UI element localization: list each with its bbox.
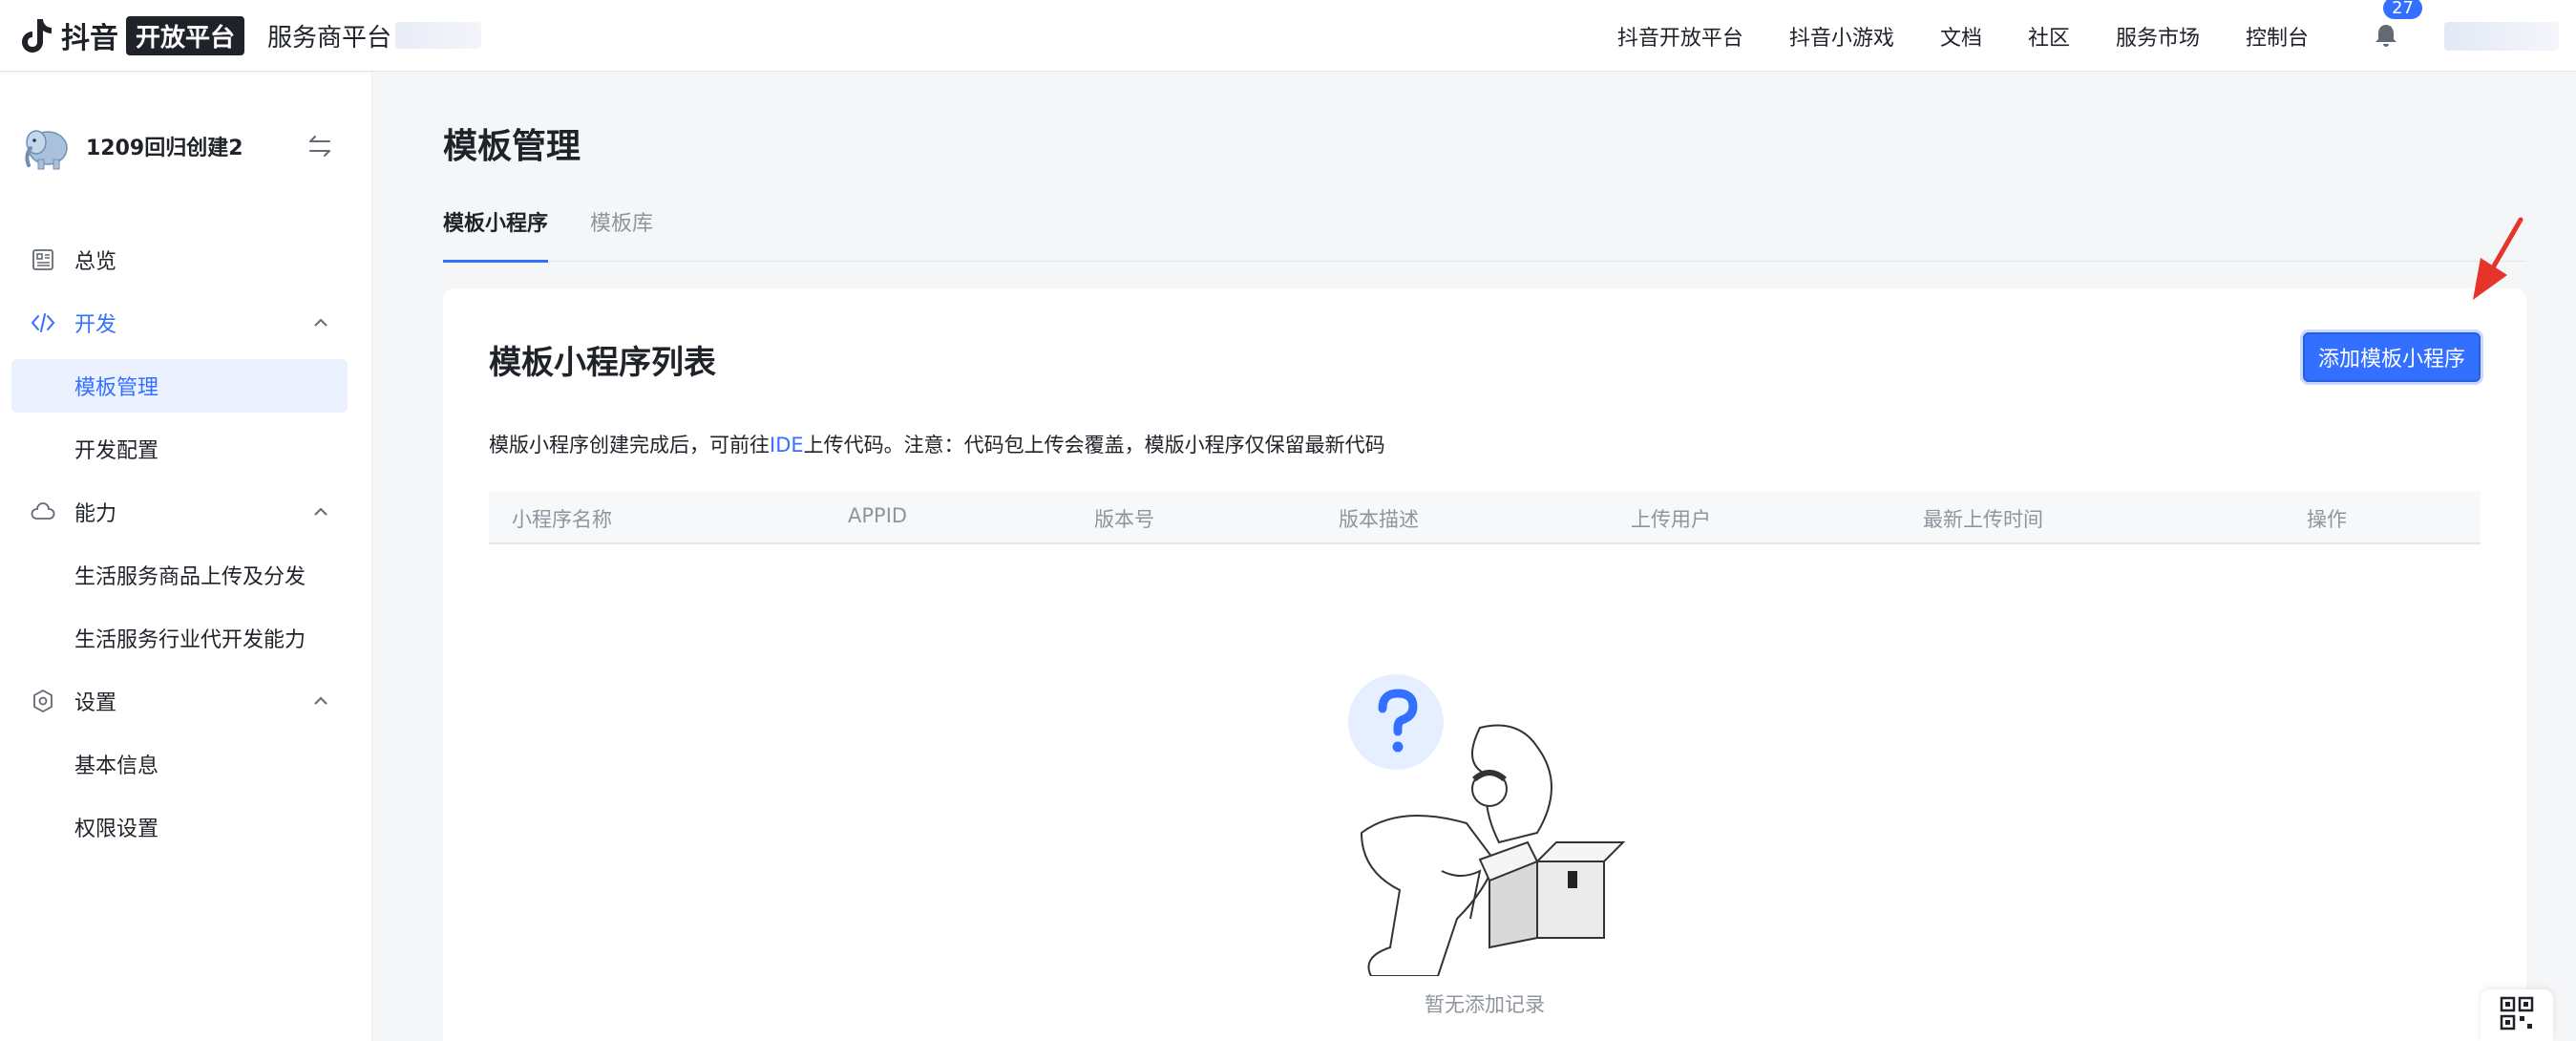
brand-name: 抖音: [61, 22, 118, 55]
app-name: 1209回归创建2: [86, 137, 243, 160]
sidebar-group-label: 开发: [74, 313, 117, 337]
bell-icon: [2374, 24, 2398, 53]
sidebar-item-label: 总览: [74, 250, 117, 274]
notice-suffix: 上传代码。注意：代码包上传会覆盖，模版小程序仅保留最新代码: [803, 434, 1385, 457]
sidebar-item-dev-config[interactable]: 开发配置: [11, 422, 348, 476]
swap-icon[interactable]: [306, 132, 334, 160]
sidebar-item-goods-upload[interactable]: 生活服务商品上传及分发: [11, 548, 348, 602]
code-icon: [31, 310, 55, 335]
qr-code-button[interactable]: [2481, 989, 2553, 1041]
overview-icon: [31, 247, 55, 272]
notification-button[interactable]: 27: [2374, 0, 2422, 53]
sidebar-item-overview[interactable]: 总览: [11, 233, 348, 287]
chevron-up-icon: [311, 691, 330, 711]
platform-name: 服务商平台: [267, 23, 392, 53]
top-bar: 抖音 开放平台 服务商平台 抖音开放平台 抖音小游戏 文档 社区 服务市场 控制…: [0, 0, 2576, 72]
brand-badge: 开放平台: [126, 15, 245, 55]
tiktok-logo-icon: [17, 16, 55, 54]
column-header: APPID: [848, 504, 908, 527]
sidebar-item-basic-info[interactable]: 基本信息: [11, 737, 348, 791]
side-menu: 总览 开发 模板管理 开发配置 能力 生活服务商品上传及分发 生活服务行业代开发…: [11, 233, 348, 863]
blurred-platform-suffix: [395, 22, 482, 49]
column-header: 小程序名称: [512, 508, 612, 531]
chevron-up-icon: [311, 313, 330, 332]
template-list-card: 模板小程序列表 添加模板小程序 模版小程序创建完成后，可前往IDE上传代码。注意…: [443, 288, 2526, 1041]
sidebar-group-label: 设置: [74, 691, 117, 715]
red-arrow-icon: [2454, 216, 2530, 311]
sidebar-item-permissions[interactable]: 权限设置: [11, 800, 348, 854]
sidebar-group-dev[interactable]: 开发: [11, 296, 348, 350]
app-switcher[interactable]: 1209回归创建2: [17, 117, 342, 176]
nav-console[interactable]: 控制台: [2246, 21, 2309, 52]
column-header: 最新上传时间: [1923, 508, 2043, 531]
sidebar-item-industry-dev[interactable]: 生活服务行业代开发能力: [11, 611, 348, 665]
top-nav: 抖音开放平台 抖音小游戏 文档 社区 服务市场 控制台 27: [1617, 0, 2576, 72]
logo[interactable]: 抖音 开放平台: [17, 14, 245, 56]
page-title: 模板管理: [443, 127, 581, 166]
column-header: 版本描述: [1339, 508, 1419, 531]
tab-template-miniapp[interactable]: 模板小程序: [443, 206, 549, 263]
nav-douyin-open-platform[interactable]: 抖音开放平台: [1617, 21, 1743, 52]
nav-community[interactable]: 社区: [2028, 21, 2070, 52]
tab-bar: 模板小程序 模板库: [443, 206, 2526, 263]
nav-docs[interactable]: 文档: [1940, 21, 1982, 52]
notification-count-badge: 27: [2383, 0, 2422, 19]
chevron-up-icon: [311, 502, 330, 521]
nav-mini-games[interactable]: 抖音小游戏: [1789, 21, 1894, 52]
empty-state-text: 暂无添加记录: [1425, 993, 1545, 1016]
table-header: 小程序名称 APPID 版本号 版本描述 上传用户 最新上传时间 操作: [489, 491, 2481, 544]
ability-icon: [31, 499, 55, 524]
column-header: 操作: [2307, 508, 2347, 531]
sidebar-group-label: 能力: [74, 502, 117, 526]
nav-service-market[interactable]: 服务市场: [2116, 21, 2200, 52]
notice-prefix: 模版小程序创建完成后，可前往: [489, 434, 770, 457]
column-header: 版本号: [1094, 508, 1154, 531]
sidebar: 1209回归创建2 总览 开发 模板管理 开发配置 能力 生活服务商品上传及分发…: [0, 73, 372, 1041]
card-title: 模板小程序列表: [489, 344, 716, 382]
column-header: 上传用户: [1631, 508, 1711, 531]
sidebar-group-ability[interactable]: 能力: [11, 485, 348, 539]
elephant-avatar-icon: [17, 117, 74, 175]
sidebar-group-settings[interactable]: 设置: [11, 674, 348, 728]
qr-code-icon: [2500, 996, 2534, 1034]
sidebar-item-template-management[interactable]: 模板管理: [11, 359, 348, 413]
user-account-menu[interactable]: [2444, 21, 2559, 51]
empty-state-illustration: [1346, 670, 1633, 977]
notice-text: 模版小程序创建完成后，可前往IDE上传代码。注意：代码包上传会覆盖，模版小程序仅…: [489, 430, 1385, 458]
settings-icon: [31, 689, 55, 713]
ide-link[interactable]: IDE: [770, 434, 804, 457]
add-template-button[interactable]: 添加模板小程序: [2303, 332, 2481, 382]
tab-template-library[interactable]: 模板库: [590, 206, 653, 262]
